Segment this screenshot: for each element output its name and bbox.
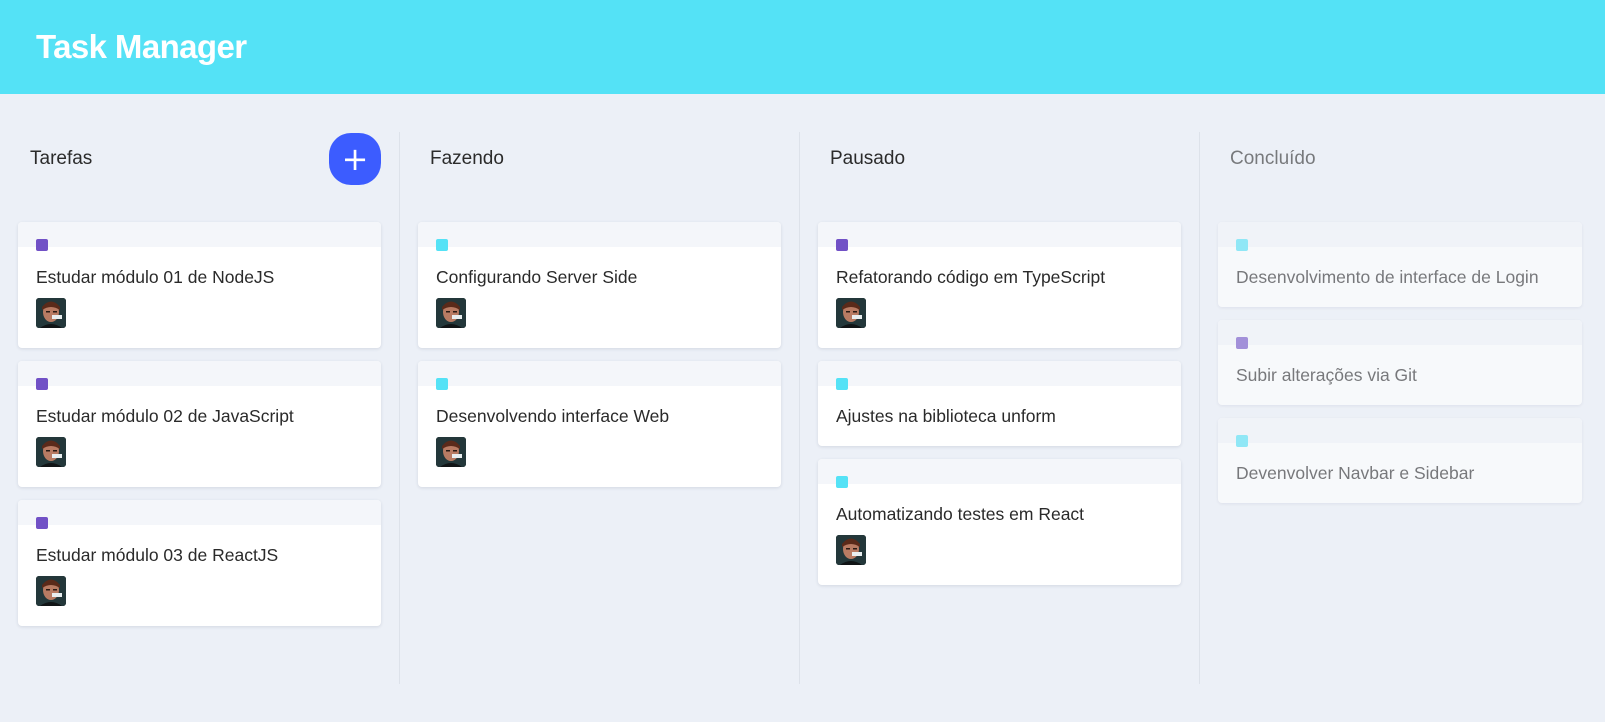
task-card[interactable]: Estudar módulo 03 de ReactJS — [18, 500, 381, 626]
card-title: Refatorando código em TypeScript — [836, 267, 1106, 287]
task-card[interactable]: Ajustes na biblioteca unform — [818, 361, 1181, 446]
card-title: Desenvolvendo interface Web — [436, 406, 670, 426]
user-avatar — [36, 437, 66, 467]
column-tarefas: Tarefas + Estudar módulo 01 de NodeJS Es… — [0, 132, 400, 684]
add-task-button[interactable]: + — [329, 133, 381, 185]
card-title: Estudar módulo 02 de JavaScript — [36, 406, 294, 426]
user-avatar — [436, 437, 466, 467]
task-card[interactable]: Refatorando código em TypeScript — [818, 222, 1181, 348]
user-avatar — [36, 298, 66, 328]
label-tag — [436, 239, 448, 251]
card-label-bar — [1218, 222, 1582, 251]
card-title: Configurando Server Side — [436, 267, 638, 287]
label-tag — [436, 378, 448, 390]
column-title: Pausado — [830, 148, 906, 169]
task-card[interactable]: Desenvolvendo interface Web — [418, 361, 781, 487]
card-label-bar — [18, 500, 381, 529]
card-label-bar — [418, 361, 781, 390]
label-tag — [1236, 435, 1248, 447]
card-title: Estudar módulo 01 de NodeJS — [36, 267, 275, 287]
card-label-bar — [18, 222, 381, 251]
label-tag — [36, 239, 48, 251]
task-manager-app: Task Manager Tarefas + Estudar módulo 01… — [0, 0, 1605, 722]
column-header: Pausado — [818, 132, 1181, 186]
card-label-bar — [418, 222, 781, 251]
task-card[interactable]: Estudar módulo 02 de JavaScript — [18, 361, 381, 487]
label-tag — [36, 378, 48, 390]
column-title: Tarefas — [30, 148, 93, 169]
column-header: Fazendo — [418, 132, 781, 186]
card-title: Ajustes na biblioteca unform — [836, 406, 1056, 426]
label-tag — [836, 239, 848, 251]
user-avatar — [36, 576, 66, 606]
card-title: Automatizando testes em React — [836, 504, 1085, 524]
label-tag — [36, 517, 48, 529]
task-card[interactable]: Automatizando testes em React — [818, 459, 1181, 585]
column-title: Concluído — [1230, 148, 1316, 169]
label-tag — [1236, 239, 1248, 251]
user-avatar — [836, 298, 866, 328]
column-concluido: Concluído Desenvolvimento de interface d… — [1200, 132, 1600, 684]
user-avatar — [436, 298, 466, 328]
card-title: Subir alterações via Git — [1236, 365, 1417, 385]
task-card[interactable]: Desenvolvimento de interface de Login — [1218, 222, 1582, 307]
column-header: Tarefas + — [18, 132, 381, 186]
column-pausado: Pausado Refatorando código em TypeScript… — [800, 132, 1200, 684]
task-card[interactable]: Devenvolver Navbar e Sidebar — [1218, 418, 1582, 503]
task-card[interactable]: Subir alterações via Git — [1218, 320, 1582, 405]
card-title: Estudar módulo 03 de ReactJS — [36, 545, 279, 565]
task-card[interactable]: Estudar módulo 01 de NodeJS — [18, 222, 381, 348]
label-tag — [836, 378, 848, 390]
plus-icon: + — [341, 140, 369, 178]
kanban-board: Tarefas + Estudar módulo 01 de NodeJS Es… — [0, 132, 1605, 684]
card-title: Devenvolver Navbar e Sidebar — [1236, 463, 1475, 483]
app-title: Task Manager — [36, 28, 247, 65]
column-fazendo: Fazendo Configurando Server Side Desenvo… — [400, 132, 800, 684]
column-title: Fazendo — [430, 148, 504, 169]
column-header: Concluído — [1218, 132, 1582, 186]
card-label-bar — [818, 459, 1181, 488]
user-avatar — [836, 535, 866, 565]
label-tag — [836, 476, 848, 488]
card-label-bar — [1218, 320, 1582, 349]
label-tag — [1236, 337, 1248, 349]
card-label-bar — [818, 361, 1181, 390]
app-header: Task Manager — [0, 0, 1605, 94]
card-title: Desenvolvimento de interface de Login — [1236, 267, 1539, 287]
card-label-bar — [818, 222, 1181, 251]
task-card[interactable]: Configurando Server Side — [418, 222, 781, 348]
card-label-bar — [1218, 418, 1582, 447]
card-label-bar — [18, 361, 381, 390]
